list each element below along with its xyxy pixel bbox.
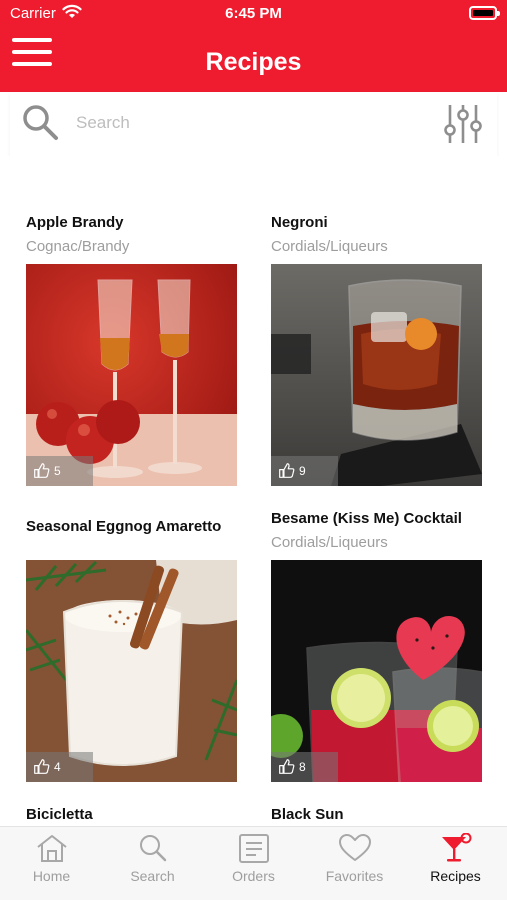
tab-label: Search bbox=[130, 868, 175, 884]
cocktail-glass-icon bbox=[441, 833, 471, 862]
status-bar: Carrier 6:45 PM bbox=[0, 0, 507, 30]
recipe-image[interactable]: 4 bbox=[26, 560, 237, 782]
likes-badge[interactable]: 4 bbox=[26, 752, 93, 782]
likes-badge[interactable]: 8 bbox=[271, 752, 338, 782]
battery-icon bbox=[469, 6, 500, 20]
tab-label: Recipes bbox=[430, 868, 481, 884]
likes-count: 9 bbox=[299, 464, 306, 478]
tab-bar: Home Search Orders Favorites Recipes bbox=[0, 826, 507, 900]
likes-count: 8 bbox=[299, 760, 306, 774]
likes-count: 4 bbox=[54, 760, 61, 774]
orders-list-icon bbox=[238, 834, 269, 863]
recipe-image[interactable]: 9 bbox=[271, 264, 482, 486]
recipe-category: Cognac/Brandy bbox=[26, 238, 130, 255]
recipe-category: Cordials/Liqueurs bbox=[271, 238, 388, 255]
search-icon[interactable] bbox=[20, 102, 60, 142]
tab-label: Favorites bbox=[325, 868, 384, 884]
thumbs-up-icon bbox=[279, 759, 295, 774]
search-bar bbox=[10, 92, 497, 156]
tab-home[interactable]: Home bbox=[1, 833, 102, 895]
recipe-title: Apple Brandy bbox=[26, 214, 124, 231]
recipe-card-bicicletta[interactable]: Bicicletta bbox=[26, 806, 246, 826]
recipe-image[interactable]: 5 bbox=[26, 264, 237, 486]
hamburger-menu-icon bbox=[12, 38, 52, 42]
recipe-card-seasonal-eggnog-amaretto[interactable]: Seasonal Eggnog Amaretto 4 bbox=[26, 518, 246, 782]
tab-search[interactable]: Search bbox=[102, 833, 203, 895]
recipe-title: Seasonal Eggnog Amaretto bbox=[26, 518, 222, 535]
likes-count: 5 bbox=[54, 464, 61, 478]
home-icon bbox=[36, 835, 67, 862]
likes-badge[interactable]: 9 bbox=[271, 456, 338, 486]
recipe-title: Negroni bbox=[271, 214, 328, 231]
recipe-grid: Apple Brandy Cognac/Brandy 5 Negroni Cor… bbox=[0, 156, 507, 826]
tab-orders[interactable]: Orders bbox=[203, 833, 304, 895]
recipe-title: Black Sun bbox=[271, 806, 344, 823]
recipe-card-besame-kiss-me-cocktail[interactable]: Besame (Kiss Me) Cocktail Cordials/Lique… bbox=[271, 510, 491, 784]
search-icon bbox=[139, 835, 166, 862]
sliders-filter-icon[interactable] bbox=[443, 102, 483, 146]
thumbs-up-icon bbox=[279, 463, 295, 478]
heart-icon bbox=[338, 834, 371, 861]
recipe-card-black-sun[interactable]: Black Sun bbox=[271, 806, 491, 826]
thumbs-up-icon bbox=[34, 759, 50, 774]
tab-label: Orders bbox=[232, 868, 275, 884]
recipe-title: Bicicletta bbox=[26, 806, 93, 823]
recipe-image[interactable]: 8 bbox=[271, 560, 482, 782]
recipe-card-negroni[interactable]: Negroni Cordials/Liqueurs 9 bbox=[271, 214, 491, 488]
tab-favorites[interactable]: Favorites bbox=[304, 833, 405, 895]
search-input[interactable] bbox=[76, 108, 406, 138]
likes-badge[interactable]: 5 bbox=[26, 456, 93, 486]
recipe-title: Besame (Kiss Me) Cocktail bbox=[271, 510, 462, 527]
recipe-card-apple-brandy[interactable]: Apple Brandy Cognac/Brandy 5 bbox=[26, 214, 246, 488]
recipe-category: Cordials/Liqueurs bbox=[271, 534, 388, 551]
app-header: Carrier 6:45 PM Recipes bbox=[0, 0, 507, 92]
tab-recipes[interactable]: Recipes bbox=[405, 833, 506, 895]
tab-label: Home bbox=[32, 868, 71, 884]
thumbs-up-icon bbox=[34, 463, 50, 478]
status-time: 6:45 PM bbox=[225, 5, 282, 22]
page-title: Recipes bbox=[205, 48, 302, 76]
